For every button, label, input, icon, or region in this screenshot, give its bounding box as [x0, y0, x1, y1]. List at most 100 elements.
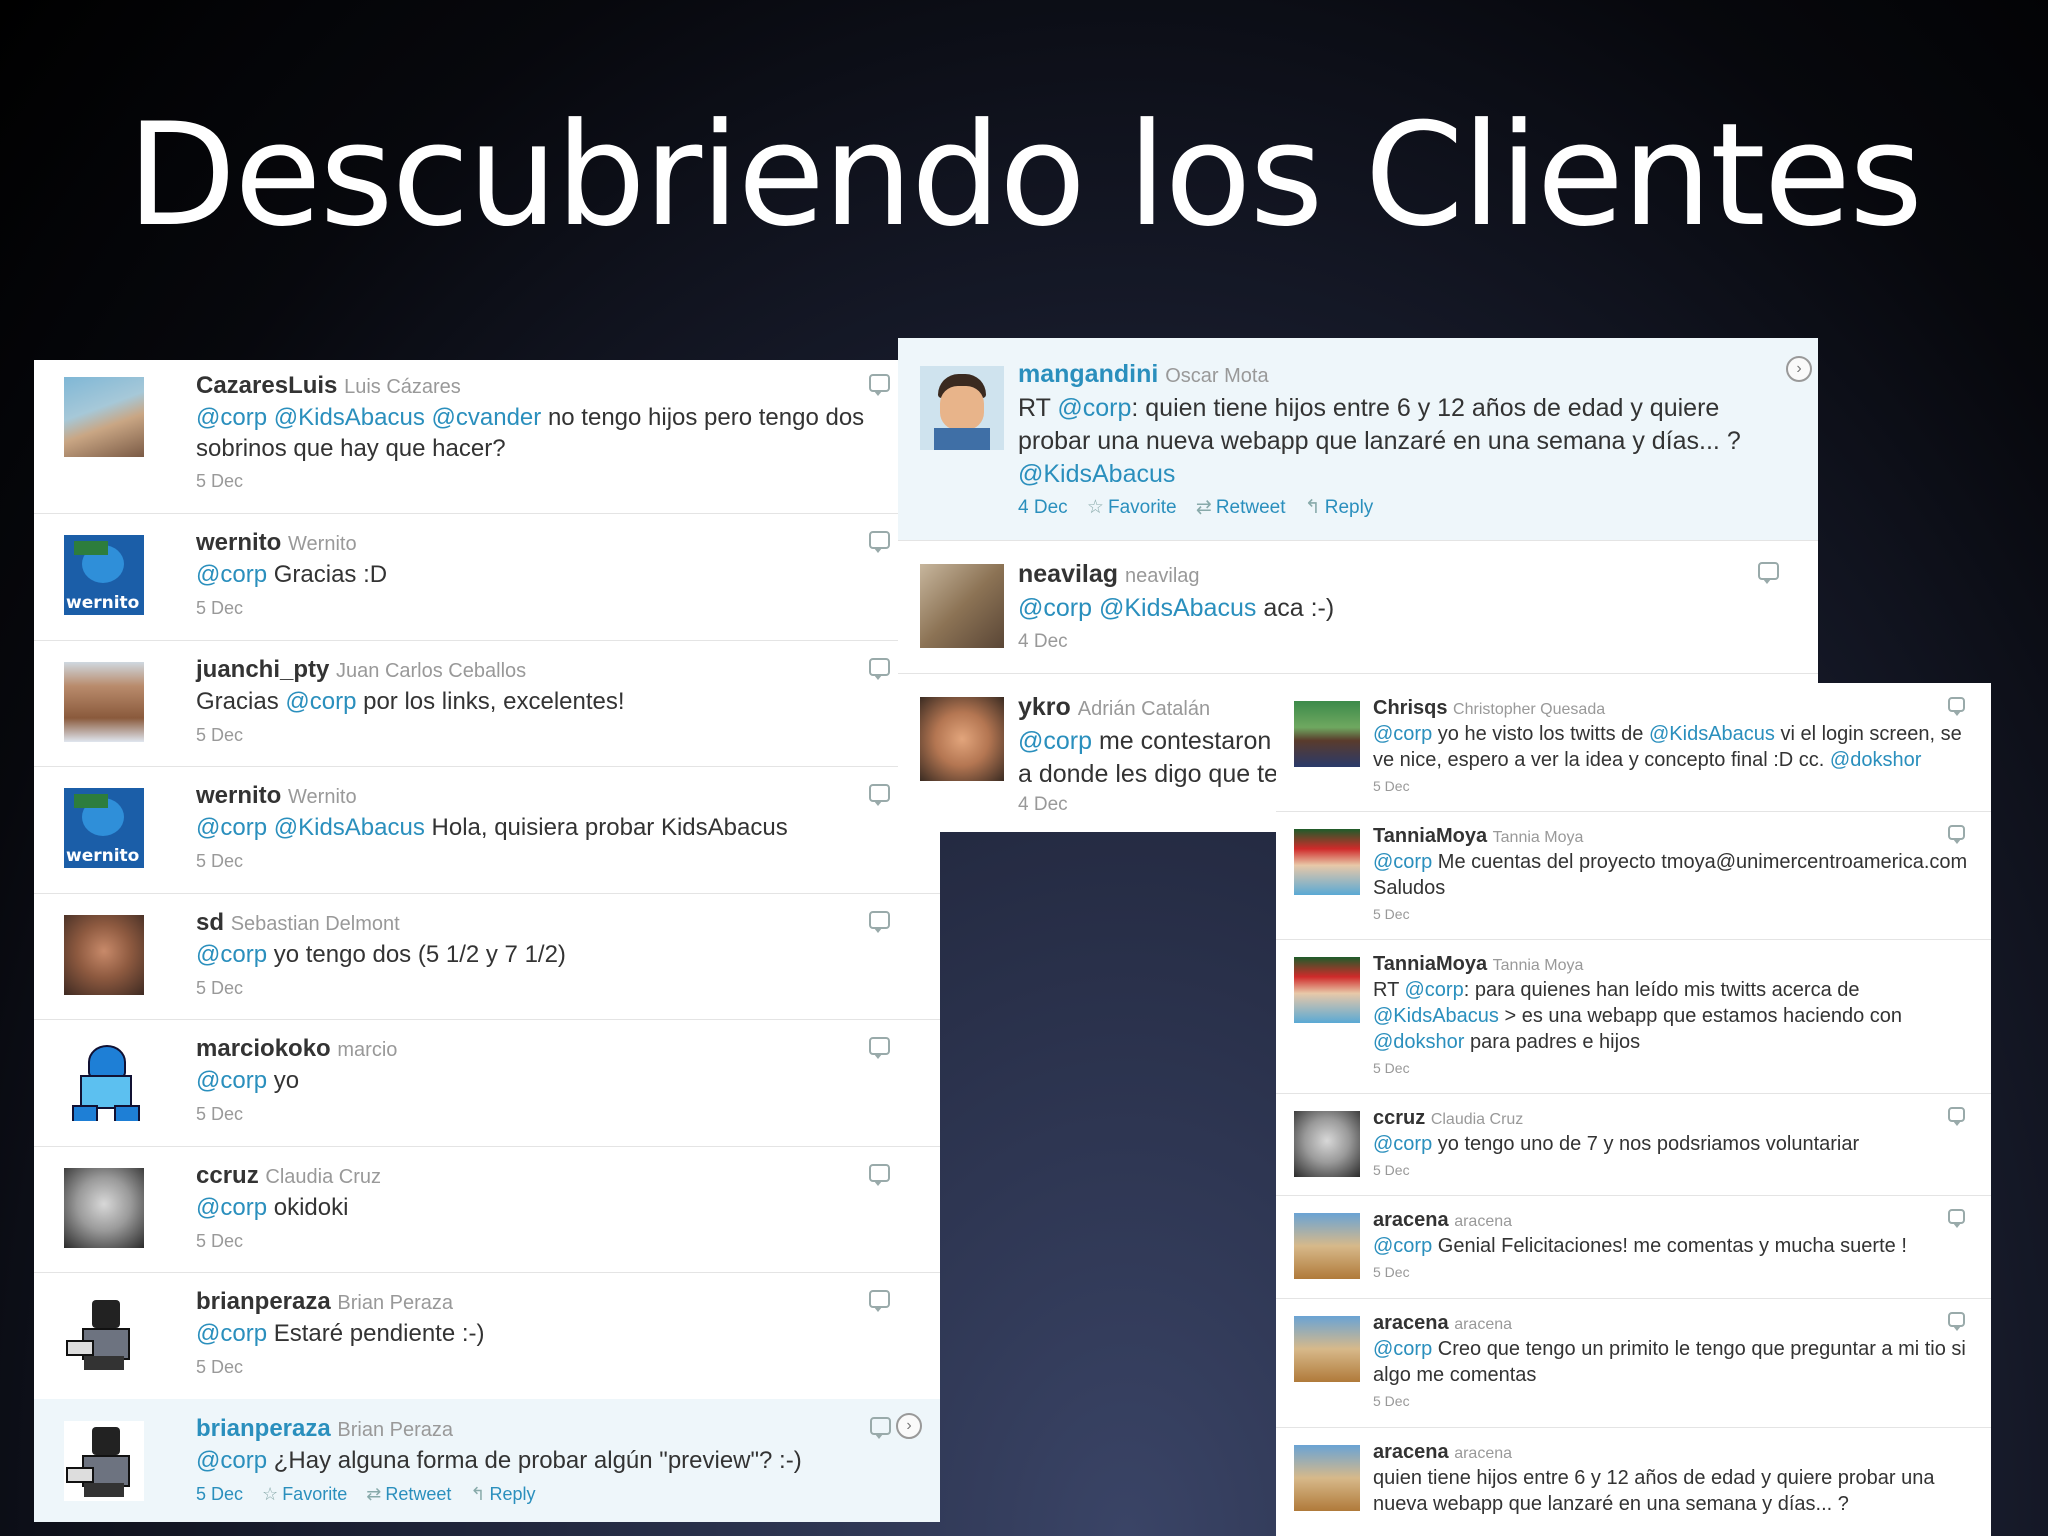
mention-link[interactable]: @KidsAbacus — [274, 814, 425, 841]
tweet-username[interactable]: CazaresLuis — [196, 372, 337, 399]
mention-link[interactable]: @corp — [1057, 394, 1131, 422]
reply-bubble-icon[interactable] — [869, 911, 890, 933]
tweet-item-selected[interactable]: mangandini Oscar Mota RT @corp: quien ti… — [898, 338, 1818, 541]
avatar[interactable] — [1294, 1316, 1360, 1382]
tweet-item[interactable]: ccruz Claudia Cruz @corp okidoki 5 Dec — [34, 1146, 940, 1273]
tweet-item[interactable]: wernito wernito Wernito @corp Gracias :D… — [34, 513, 940, 641]
reply-button[interactable]: ↰ Reply — [1305, 497, 1374, 518]
favorite-button[interactable]: ☆ Favorite — [1087, 497, 1177, 518]
tweet-item[interactable]: TanniaMoya Tannia Moya @corp Me cuentas … — [1276, 811, 1991, 940]
tweet-username[interactable]: mangandini — [1018, 360, 1158, 388]
mention-link[interactable]: @corp — [1405, 979, 1464, 1001]
mention-link[interactable]: @corp — [196, 404, 267, 431]
retweet-button[interactable]: ⇄ Retweet — [1196, 497, 1286, 518]
mention-link[interactable]: @dokshor — [1373, 1031, 1464, 1053]
tweet-item[interactable]: aracena aracena @corp Creo que tengo un … — [1276, 1298, 1991, 1428]
mention-link[interactable]: @dokshor — [1830, 749, 1921, 771]
mention-link[interactable]: @corp — [285, 688, 356, 715]
chevron-right-icon[interactable]: › — [1786, 356, 1812, 382]
reply-bubble-icon[interactable] — [869, 374, 890, 396]
reply-bubble-icon[interactable] — [1948, 1209, 1965, 1228]
mention-link[interactable]: @corp — [196, 941, 267, 968]
tweet-username[interactable]: Chrisqs — [1373, 697, 1447, 719]
mention-link[interactable]: @corp — [1018, 727, 1092, 755]
tweet-date[interactable]: 5 Dec — [196, 724, 896, 746]
mention-link[interactable]: @corp — [1373, 851, 1432, 873]
avatar[interactable] — [64, 662, 144, 742]
tweet-username[interactable]: ykro — [1018, 693, 1071, 721]
tweet-date[interactable]: 5 Dec — [1373, 1161, 1973, 1179]
reply-bubble-icon[interactable] — [869, 1164, 890, 1186]
avatar[interactable] — [1294, 1111, 1360, 1177]
tweet-item[interactable]: CazaresLuis Luis Cázares @corp @KidsAbac… — [34, 360, 940, 514]
mention-link[interactable]: @KidsAbacus — [274, 404, 425, 431]
mention-link[interactable]: @corp — [196, 1320, 267, 1347]
tweet-date[interactable]: 5 Dec — [196, 1484, 243, 1504]
avatar[interactable] — [920, 366, 1004, 450]
reply-button[interactable]: ↰ Reply — [470, 1484, 535, 1504]
mention-link[interactable]: @corp — [196, 814, 267, 841]
mention-link[interactable]: @KidsAbacus — [1649, 723, 1775, 745]
tweet-username[interactable]: aracena — [1373, 1209, 1449, 1231]
tweet-date[interactable]: 5 Dec — [1373, 1263, 1973, 1281]
tweet-date[interactable]: 5 Dec — [196, 850, 896, 872]
tweet-date[interactable]: 5 Dec — [196, 1356, 896, 1378]
tweet-item[interactable]: wernito wernito Wernito @corp @KidsAbacu… — [34, 766, 940, 894]
reply-bubble-icon[interactable] — [1948, 1312, 1965, 1331]
tweet-username[interactable]: neavilag — [1018, 560, 1118, 588]
tweet-username[interactable]: wernito — [196, 782, 281, 809]
avatar[interactable] — [1294, 1213, 1360, 1279]
avatar[interactable] — [920, 564, 1004, 648]
reply-bubble-icon[interactable] — [869, 1290, 890, 1312]
avatar[interactable] — [1294, 957, 1360, 1023]
avatar[interactable] — [64, 377, 144, 457]
mention-link[interactable]: @KidsAbacus — [1373, 1005, 1499, 1027]
tweet-username[interactable]: marciokoko — [196, 1035, 331, 1062]
avatar[interactable] — [920, 697, 1004, 781]
tweet-username[interactable]: sd — [196, 909, 224, 936]
mention-link[interactable]: @corp — [196, 561, 267, 588]
avatar[interactable] — [64, 1041, 144, 1121]
reply-bubble-icon[interactable] — [870, 1417, 891, 1439]
tweet-item[interactable]: neavilag neavilag @corp @KidsAbacus aca … — [898, 540, 1818, 674]
mention-link[interactable]: @KidsAbacus — [1018, 460, 1175, 488]
mention-link[interactable]: @corp — [1018, 594, 1092, 622]
tweet-username[interactable]: TanniaMoya — [1373, 953, 1487, 975]
tweet-item[interactable]: sd Sebastian Delmont @corp yo tengo dos … — [34, 893, 940, 1020]
tweet-username[interactable]: wernito — [196, 529, 281, 556]
tweet-item[interactable]: Chrisqs Christopher Quesada @corp yo he … — [1276, 683, 1991, 812]
mention-link[interactable]: @corp — [1373, 1235, 1432, 1257]
avatar[interactable] — [1294, 701, 1360, 767]
tweet-date[interactable]: 4 Dec — [1018, 497, 1068, 518]
mention-link[interactable]: @cvander — [432, 404, 542, 431]
tweet-item[interactable]: aracena aracena @corp Genial Felicitacio… — [1276, 1195, 1991, 1299]
tweet-username[interactable]: aracena — [1373, 1312, 1449, 1334]
tweet-item[interactable]: marciokoko marcio @corp yo 5 Dec — [34, 1019, 940, 1147]
mention-link[interactable]: @corp — [1373, 723, 1432, 745]
avatar[interactable] — [1294, 829, 1360, 895]
avatar[interactable] — [1294, 1445, 1360, 1511]
tweet-item-selected[interactable]: brianperaza Brian Peraza @corp ¿Hay algu… — [34, 1399, 940, 1522]
tweet-date[interactable]: 5 Dec — [196, 977, 896, 999]
mention-link[interactable]: @corp — [196, 1194, 267, 1221]
tweet-username[interactable]: brianperaza — [196, 1288, 331, 1315]
avatar[interactable] — [64, 1421, 144, 1501]
reply-bubble-icon[interactable] — [869, 784, 890, 806]
tweet-date[interactable]: 5 Dec — [1373, 905, 1973, 923]
reply-bubble-icon[interactable] — [1948, 697, 1965, 716]
reply-bubble-icon[interactable] — [869, 658, 890, 680]
tweet-date[interactable]: 5 Dec — [196, 1230, 896, 1252]
tweet-item[interactable]: aracena aracena quien tiene hijos entre … — [1276, 1427, 1991, 1536]
tweet-item[interactable]: TanniaMoya Tannia Moya RT @corp: para qu… — [1276, 939, 1991, 1094]
tweet-date[interactable]: 5 Dec — [1373, 777, 1973, 795]
tweet-item[interactable]: ccruz Claudia Cruz @corp yo tengo uno de… — [1276, 1093, 1991, 1196]
tweet-username[interactable]: brianperaza — [196, 1415, 331, 1442]
mention-link[interactable]: @corp — [196, 1067, 267, 1094]
tweet-username[interactable]: ccruz — [196, 1162, 259, 1189]
avatar[interactable]: wernito — [64, 788, 144, 868]
tweet-date[interactable]: 5 Dec — [196, 597, 896, 619]
reply-bubble-icon[interactable] — [869, 531, 890, 553]
avatar[interactable] — [64, 915, 144, 995]
reply-bubble-icon[interactable] — [1948, 825, 1965, 844]
tweet-date[interactable]: 5 Dec — [196, 1103, 896, 1125]
